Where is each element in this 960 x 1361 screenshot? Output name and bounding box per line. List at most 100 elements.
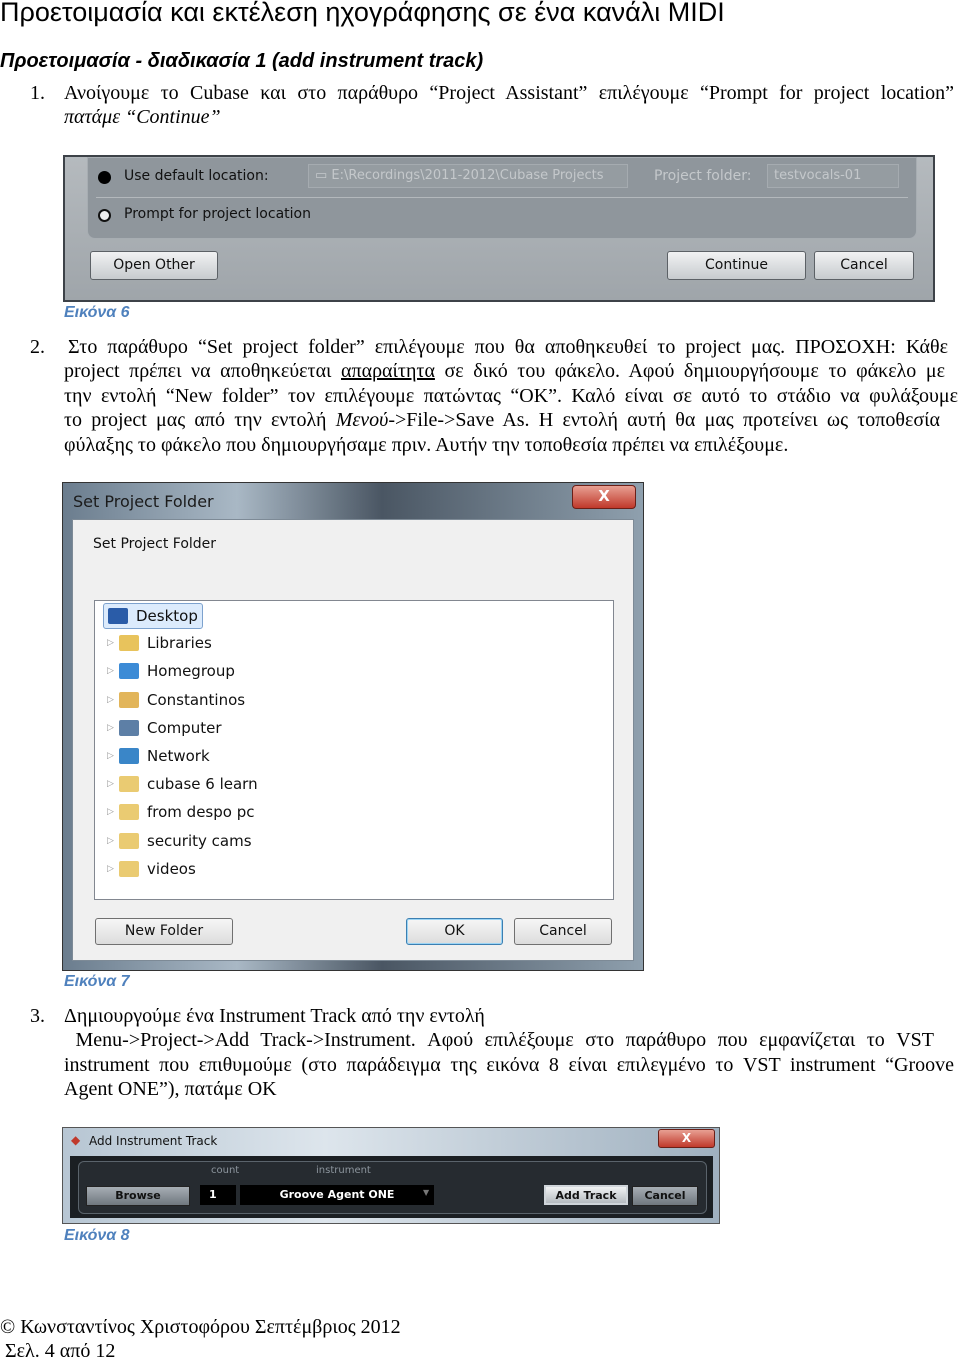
homegroup-icon: [119, 663, 139, 680]
step3-line: instrument που επιθυμούμε (στο παράδειγμ…: [64, 1054, 954, 1076]
tree-item-label: videos: [147, 859, 196, 878]
set-project-folder-dialog: Set Project Folder X Set Project Folder …: [62, 482, 644, 971]
expand-arrow-icon[interactable]: ▷: [107, 666, 119, 676]
italic-text: Μενού: [335, 409, 389, 431]
expand-arrow-icon[interactable]: ▷: [107, 864, 119, 874]
folder-icon: [119, 776, 139, 793]
tree-item[interactable]: ▷ Network: [107, 744, 210, 768]
expand-arrow-icon[interactable]: ▷: [107, 836, 119, 846]
step3-line: Agent ONE”), πατάμε OK: [64, 1078, 277, 1100]
text: το project μας από την εντολή: [64, 409, 336, 431]
window-title: Set Project Folder: [73, 492, 214, 511]
count-stepper[interactable]: 1: [200, 1185, 236, 1205]
browse-button[interactable]: Browse: [86, 1186, 190, 1206]
divider: [96, 197, 908, 198]
tree-item[interactable]: ▷ cubase 6 learn: [107, 772, 258, 796]
dialog-body: count instrument Browse 1 Groove Agent O…: [70, 1156, 713, 1218]
step3-line: Menu->Project->Add Track->Instrument. Αφ…: [64, 1029, 935, 1051]
text: project πρέπει να αποθηκεύεται: [64, 360, 342, 382]
open-other-button[interactable]: Open Other: [90, 251, 218, 280]
step-number: 2.: [30, 336, 45, 358]
new-folder-button[interactable]: New Folder: [95, 918, 233, 945]
tree-item-label: Network: [147, 747, 210, 765]
cancel-button[interactable]: Cancel: [814, 251, 914, 280]
step1-line: πατάμε “Continue”: [64, 106, 221, 128]
expand-arrow-icon[interactable]: ▷: [107, 779, 119, 789]
folder-icon: ▭: [315, 168, 332, 183]
computer-icon: [119, 719, 139, 736]
desktop-icon: [108, 608, 128, 624]
tree-item-label: Computer: [147, 718, 222, 737]
project-folder-label: Project folder:: [654, 168, 752, 184]
dialog-heading: Set Project Folder: [93, 536, 217, 552]
instrument-select[interactable]: Groove Agent ONE: [240, 1185, 434, 1205]
dialog-body: Set Project Folder Desktop ▷ Libraries ▷ Hom…: [72, 519, 634, 961]
folder-tree[interactable]: Desktop ▷ Libraries ▷ Homegroup ▷ Constantinos…: [94, 600, 614, 900]
expand-arrow-icon[interactable]: ▷: [107, 723, 119, 733]
page-title: Προετοιμασία και εκτέλεση ηχογράφησης σε…: [0, 0, 725, 27]
tree-item-label: Desktop: [136, 607, 198, 625]
figure-caption: Εικόνα 7: [64, 973, 130, 990]
figure-caption: Εικόνα 8: [64, 1227, 130, 1244]
step2-line: την εντολή “New folder” τον επιλέγουμε π…: [64, 385, 958, 407]
dropdown-arrow-icon: ▼: [423, 1188, 430, 1197]
folder-icon: [119, 860, 139, 877]
step-number: 3.: [30, 1005, 45, 1027]
continue-button[interactable]: Continue: [667, 251, 806, 280]
tree-item[interactable]: Desktop: [103, 603, 203, 629]
step3-line: Δημιουργούμε ένα Instrument Track από τη…: [64, 1005, 485, 1027]
tree-item[interactable]: ▷ security cams: [107, 829, 252, 853]
figure-caption: Εικόνα 6: [64, 304, 130, 321]
tree-item[interactable]: ▷ from despo pc: [107, 800, 254, 824]
use-default-label: Use default location:: [124, 168, 269, 184]
expand-arrow-icon[interactable]: ▷: [107, 807, 119, 817]
add-instrument-track-dialog: ◆ Add Instrument Track X count instrumen…: [62, 1127, 720, 1224]
prompt-location-radio[interactable]: [98, 209, 111, 222]
tree-item[interactable]: ▷ Constantinos: [107, 688, 245, 712]
text: σε δικό του φάκελο. Αφού δημιουργήσουμε …: [444, 360, 946, 382]
cancel-button[interactable]: Cancel: [632, 1186, 698, 1206]
ok-button[interactable]: OK: [406, 918, 503, 945]
tree-item-label: Homegroup: [147, 662, 235, 681]
libraries-icon: [119, 635, 139, 652]
expand-arrow-icon[interactable]: ▷: [107, 638, 119, 648]
document-page: Προετοιμασία και εκτέλεση ηχογράφησης σε…: [0, 0, 960, 1361]
tree-item-label: security cams: [147, 831, 252, 850]
window-title: Add Instrument Track: [89, 1134, 218, 1148]
location-panel: Use default location: ▭ E:\Recordings\20…: [87, 157, 917, 239]
footer-author: © Κωνσταντίνος Χριστοφόρου Σεπτέμβριος 2…: [0, 1316, 401, 1338]
user-folder-icon: [119, 691, 139, 708]
prompt-location-label: Prompt for project location: [124, 206, 311, 222]
expand-arrow-icon[interactable]: ▷: [107, 695, 119, 705]
add-track-button[interactable]: Add Track: [544, 1185, 628, 1205]
count-label: count: [211, 1165, 240, 1176]
folder-icon: [119, 832, 139, 849]
tree-item-label: Libraries: [147, 634, 212, 653]
tree-item-label: from despo pc: [147, 803, 255, 822]
use-default-radio[interactable]: [98, 171, 111, 184]
text: ->File->Save As. Η εντολή αυτή θα μας πρ…: [388, 409, 940, 431]
tree-item[interactable]: ▷ Libraries: [107, 631, 212, 655]
tree-item[interactable]: ▷ videos: [107, 857, 196, 881]
cancel-button[interactable]: Cancel: [514, 918, 612, 945]
section-subtitle: Προετοιμασία - διαδικασία 1 (add instrum…: [0, 50, 484, 72]
step2-line: το project μας από την εντολή Μενού->Fil…: [64, 409, 940, 435]
tree-item[interactable]: ▷ Computer: [107, 716, 222, 740]
close-button[interactable]: X: [658, 1129, 715, 1148]
tree-item-label: Constantinos: [147, 690, 246, 709]
step-number: 1.: [30, 82, 45, 104]
footer-page-number: Σελ. 4 από 12: [0, 1340, 116, 1361]
default-path-field[interactable]: ▭ E:\Recordings\2011-2012\Cubase Project…: [308, 164, 628, 188]
underlined-text: απαραίτητα: [341, 360, 435, 382]
step1-line: Ανοίγουμε το Cubase και στο παράθυρο “Pr…: [64, 82, 954, 104]
step2-line: Στο παράθυρο “Set project folder” επιλέγ…: [68, 336, 948, 358]
expand-arrow-icon[interactable]: ▷: [107, 751, 119, 761]
cubase-logo-icon: ◆: [71, 1133, 81, 1147]
tree-item[interactable]: ▷ Homegroup: [107, 659, 235, 683]
project-assistant-dialog: Use default location: ▭ E:\Recordings\20…: [63, 155, 935, 302]
step2-line: project πρέπει να αποθηκεύεται απαραίτητ…: [64, 360, 945, 386]
project-folder-field[interactable]: testvocals-01: [767, 164, 899, 188]
close-button[interactable]: X: [572, 485, 636, 509]
default-path-value: E:\Recordings\2011-2012\Cubase Projects: [331, 168, 604, 183]
instrument-label: instrument: [316, 1165, 371, 1176]
